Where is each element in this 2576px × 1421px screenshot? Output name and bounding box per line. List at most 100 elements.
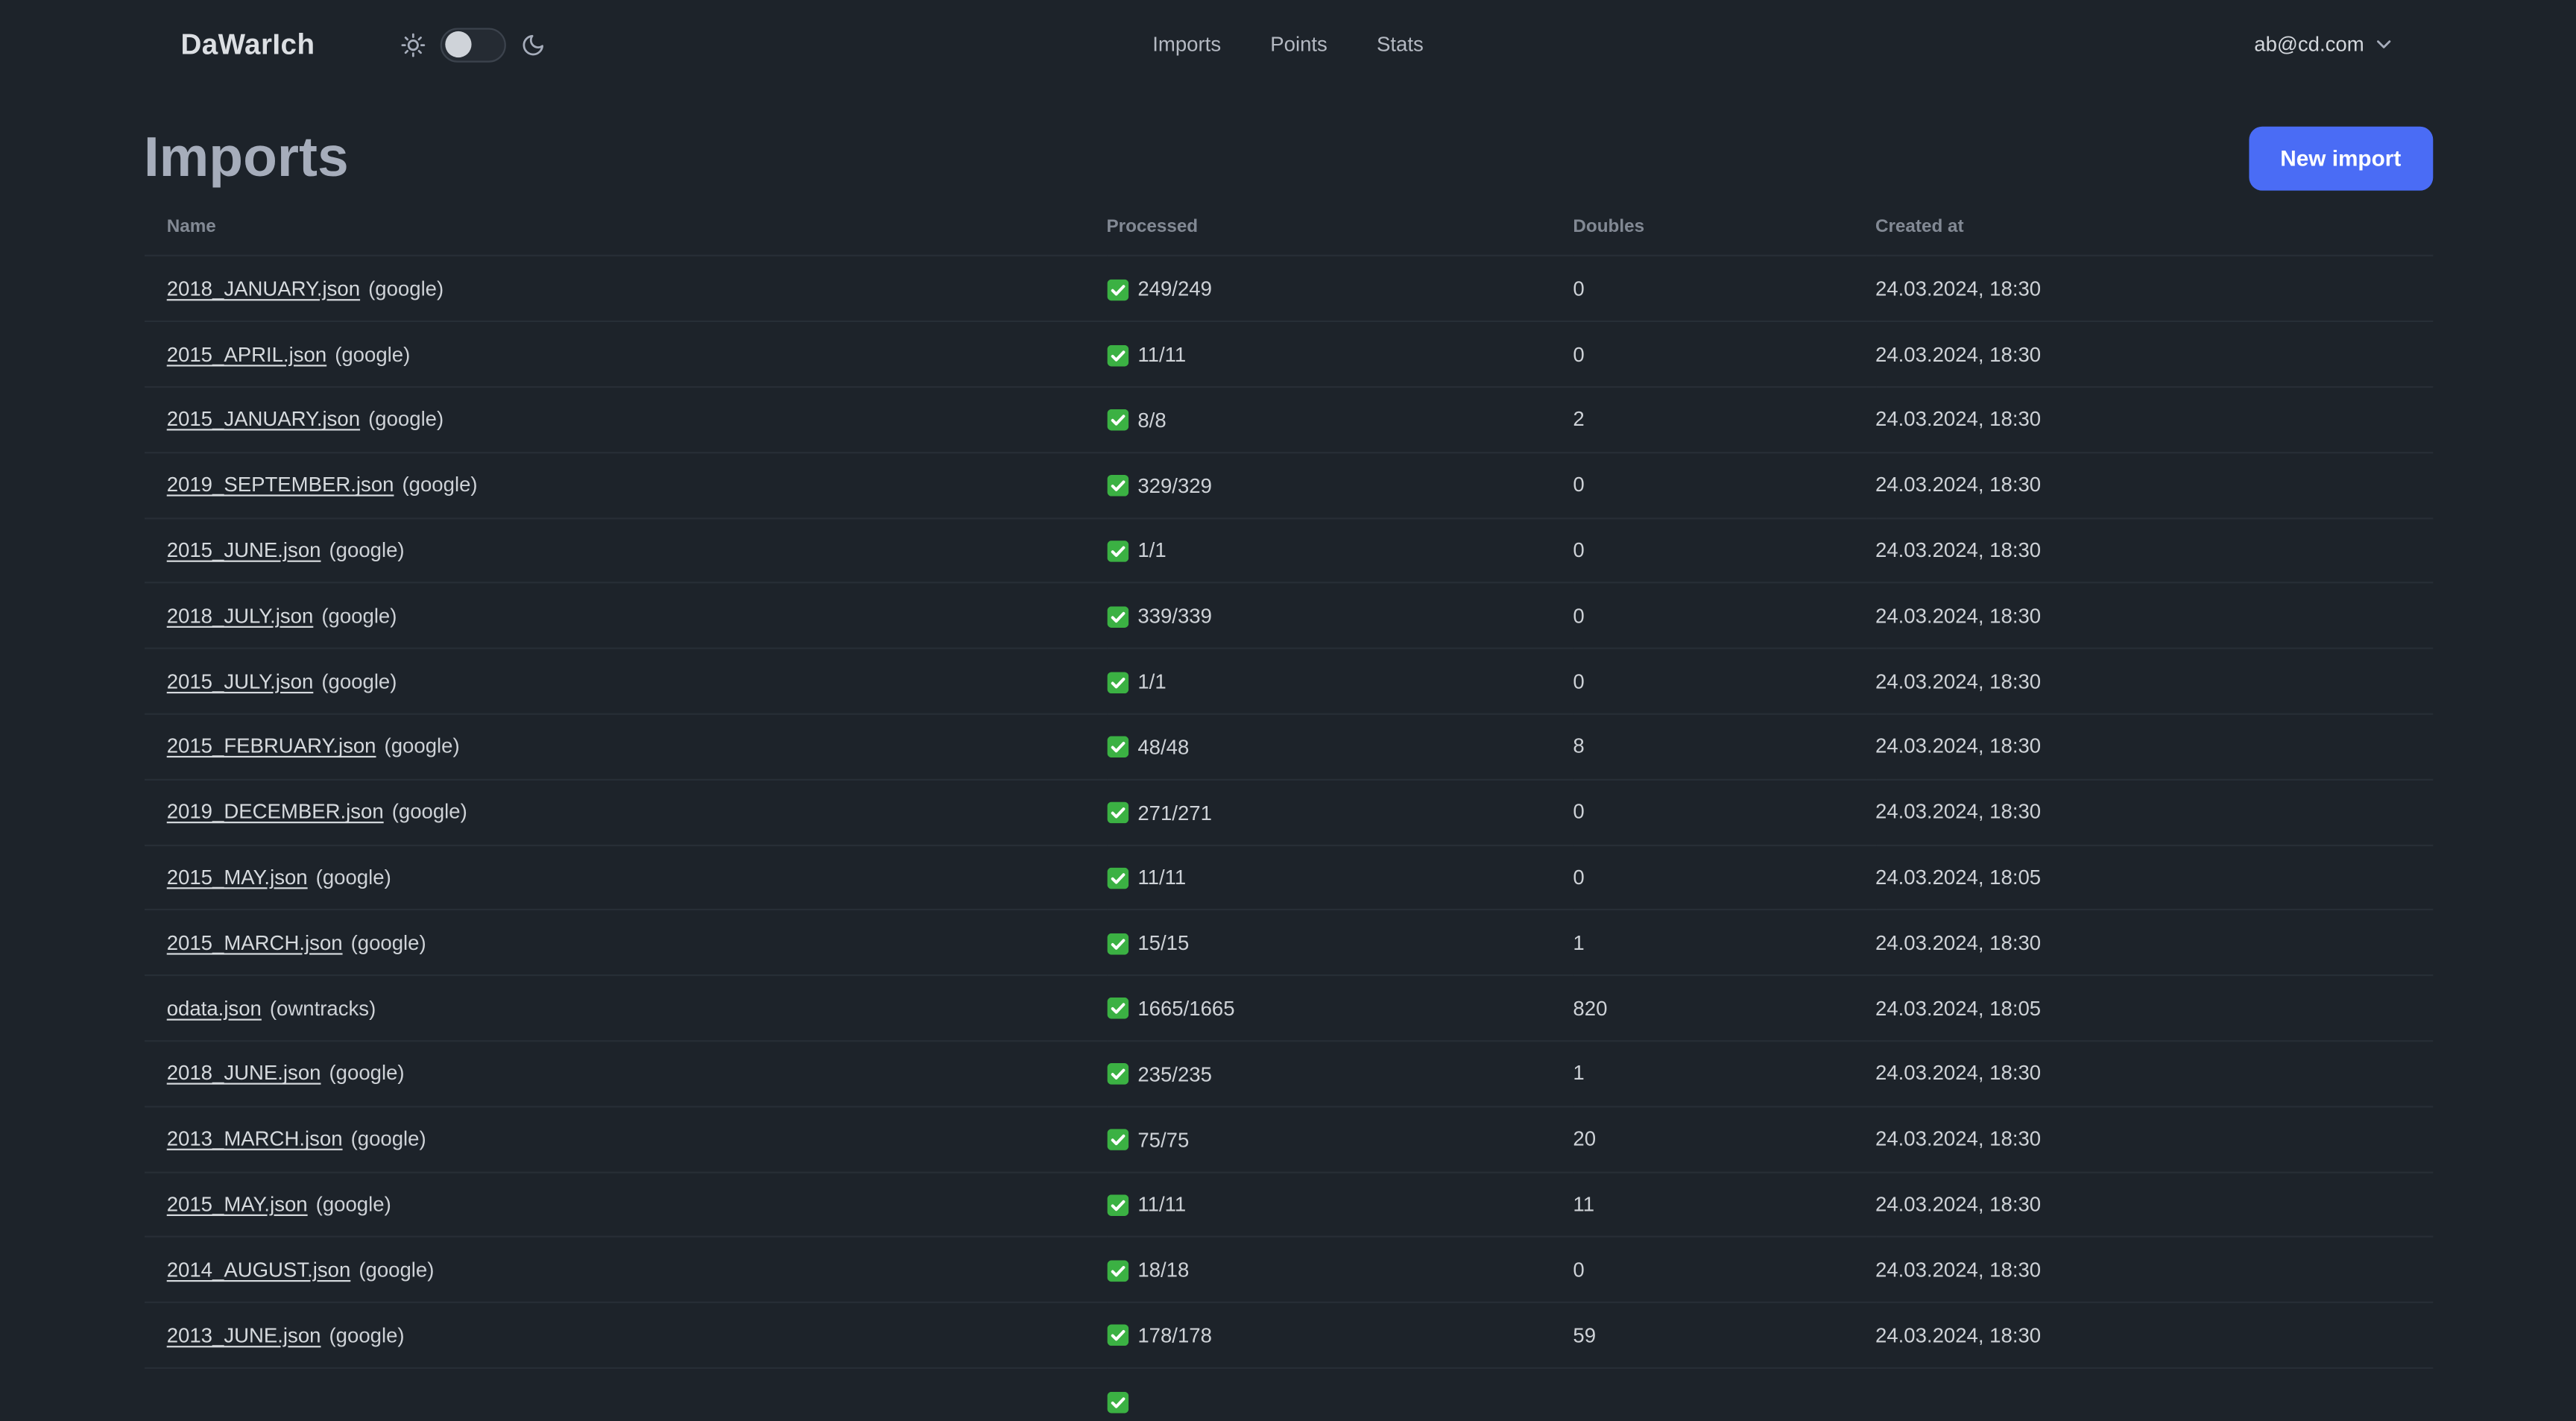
doubles-count: 0: [1573, 256, 1875, 323]
file-link[interactable]: 2014_AUGUST.json: [167, 1258, 351, 1282]
imports-table: Name Processed Doubles Created at 2018_J…: [143, 196, 2433, 1421]
theme-toggle[interactable]: [439, 27, 506, 62]
file-link[interactable]: 2018_JUNE.json: [167, 1062, 321, 1086]
processed-cell: 271/271: [1106, 779, 1573, 846]
moon-icon: [520, 32, 545, 57]
table-row: 2015_FEBRUARY.json (google) 48/48 8 24.03…: [143, 713, 2433, 781]
name-cell: 2015_FEBRUARY.json (google): [143, 713, 1107, 781]
name-cell: 2015_JANUARY.json (google): [143, 387, 1107, 454]
created-at: 24.03.2024, 18:05: [1875, 975, 2433, 1042]
doubles-count: 0: [1573, 649, 1875, 715]
page-title: Imports: [143, 126, 349, 189]
user-menu[interactable]: ab@cd.com: [2254, 33, 2395, 56]
file-source: (google): [335, 342, 411, 366]
processed-cell: [1106, 1367, 1573, 1421]
file-source: (google): [368, 277, 444, 301]
table-row: 2013_MARCH.json (google) 75/75 20 24.03.2…: [143, 1106, 2433, 1173]
table-row: 2015_JULY.json (google) 1/1 0 24.03.2024,…: [143, 649, 2433, 715]
created-at: 24.03.2024, 18:30: [1875, 517, 2433, 585]
name-cell: 2019_SEPTEMBER.json (google): [143, 452, 1107, 519]
processed-count: 249/249: [1137, 277, 1212, 301]
new-import-button[interactable]: New import: [2249, 127, 2433, 192]
processed-cell: 1/1: [1106, 517, 1573, 585]
success-check-icon: [1106, 671, 1128, 693]
processed-count: 11/11: [1137, 1194, 1187, 1217]
file-link[interactable]: 2015_MARCH.json: [167, 931, 343, 954]
processed-cell: 178/178: [1106, 1302, 1573, 1370]
nav-item-points[interactable]: Points: [1270, 33, 1328, 56]
success-check-icon: [1106, 1325, 1128, 1347]
file-link[interactable]: 2018_JULY.json: [167, 605, 314, 628]
file-link[interactable]: 2015_APRIL.json: [167, 343, 326, 366]
success-check-icon: [1106, 1129, 1128, 1151]
name-cell: 2015_APRIL.json (google): [143, 321, 1107, 388]
main-nav: Imports Points Stats: [1152, 33, 1424, 56]
table-row: 2015_MAY.json (google) 11/11 0 24.03.2024…: [143, 845, 2433, 912]
file-link[interactable]: 2015_MAY.json: [167, 1193, 308, 1216]
doubles-count: 1: [1573, 1041, 1875, 1108]
processed-cell: 1665/1665: [1106, 975, 1573, 1042]
processed-cell: 11/11: [1106, 845, 1573, 912]
created-at: 24.03.2024, 18:30: [1875, 1302, 2433, 1370]
created-at: 24.03.2024, 18:30: [1875, 256, 2433, 323]
file-source: (google): [350, 931, 426, 955]
theme-switcher: [400, 27, 545, 62]
processed-count: 18/18: [1137, 1258, 1190, 1282]
brand-logo[interactable]: DaWarIch: [180, 27, 315, 61]
table-row: 2013_JUNE.json (google) 178/178 59 24.03.…: [143, 1302, 2433, 1370]
file-source: (google): [329, 539, 405, 562]
doubles-count: 2: [1573, 387, 1875, 454]
processed-count: 75/75: [1137, 1128, 1190, 1152]
nav-item-stats[interactable]: Stats: [1377, 33, 1424, 56]
success-check-icon: [1106, 605, 1128, 628]
nav-item-imports[interactable]: Imports: [1152, 33, 1221, 56]
success-check-icon: [1106, 933, 1128, 954]
doubles-count: 20: [1573, 1106, 1875, 1173]
processed-count: 339/339: [1137, 605, 1212, 628]
file-link[interactable]: 2015_JULY.json: [167, 669, 314, 693]
created-at: 24.03.2024, 18:30: [1875, 1041, 2433, 1108]
success-check-icon: [1106, 409, 1128, 432]
file-link[interactable]: 2015_JANUARY.json: [167, 409, 360, 432]
name-cell: [143, 1367, 1107, 1421]
processed-cell: 329/329: [1106, 452, 1573, 519]
success-check-icon: [1106, 867, 1128, 889]
processed-cell: 15/15: [1106, 910, 1573, 977]
name-cell: 2013_JUNE.json (google): [143, 1302, 1107, 1370]
app-root: DaWarIch Imports Points Stats ab@cd.com …: [0, 0, 2576, 1421]
name-cell: 2015_MAY.json (google): [143, 845, 1107, 912]
name-cell: 2014_AUGUST.json (google): [143, 1237, 1107, 1304]
file-link[interactable]: odata.json: [167, 997, 262, 1020]
table-row: 2015_JUNE.json (google) 1/1 0 24.03.2024,…: [143, 517, 2433, 585]
user-email: ab@cd.com: [2254, 33, 2364, 56]
file-link[interactable]: 2013_MARCH.json: [167, 1127, 343, 1150]
file-link[interactable]: 2019_SEPTEMBER.json: [167, 473, 394, 497]
doubles-count: 1: [1573, 910, 1875, 977]
success-check-icon: [1106, 998, 1128, 1020]
name-cell: 2018_JANUARY.json (google): [143, 256, 1107, 323]
success-check-icon: [1106, 475, 1128, 497]
file-link[interactable]: 2019_DECEMBER.json: [167, 801, 384, 824]
table-row: odata.json (owntracks) 1665/1665 820 24.0…: [143, 975, 2433, 1042]
name-cell: 2013_MARCH.json (google): [143, 1106, 1107, 1173]
file-link[interactable]: 2015_JUNE.json: [167, 539, 321, 562]
file-source: (google): [350, 1127, 426, 1151]
created-at: 24.03.2024, 18:30: [1875, 1171, 2433, 1238]
table-row: 2019_DECEMBER.json (google) 271/271 0 24.…: [143, 779, 2433, 846]
processed-count: 235/235: [1137, 1062, 1212, 1086]
column-header-created-at: Created at: [1875, 196, 2433, 257]
file-link[interactable]: 2018_JANUARY.json: [167, 277, 360, 300]
created-at: 24.03.2024, 18:05: [1875, 845, 2433, 912]
file-source: (google): [315, 1193, 391, 1217]
file-link[interactable]: 2013_JUNE.json: [167, 1324, 321, 1347]
processed-count: 1/1: [1137, 539, 1167, 563]
table-row: 2015_APRIL.json (google) 11/11 0 24.03.20…: [143, 321, 2433, 388]
success-check-icon: [1106, 801, 1128, 824]
processed-cell: 75/75: [1106, 1106, 1573, 1173]
file-link[interactable]: 2015_FEBRUARY.json: [167, 735, 376, 758]
table-row: 2014_AUGUST.json (google) 18/18 0 24.03.2…: [143, 1237, 2433, 1304]
processed-count: 271/271: [1137, 801, 1212, 825]
name-cell: 2019_DECEMBER.json (google): [143, 779, 1107, 846]
file-link[interactable]: 2015_MAY.json: [167, 866, 308, 889]
top-bar: DaWarIch Imports Points Stats ab@cd.com: [0, 0, 2576, 89]
